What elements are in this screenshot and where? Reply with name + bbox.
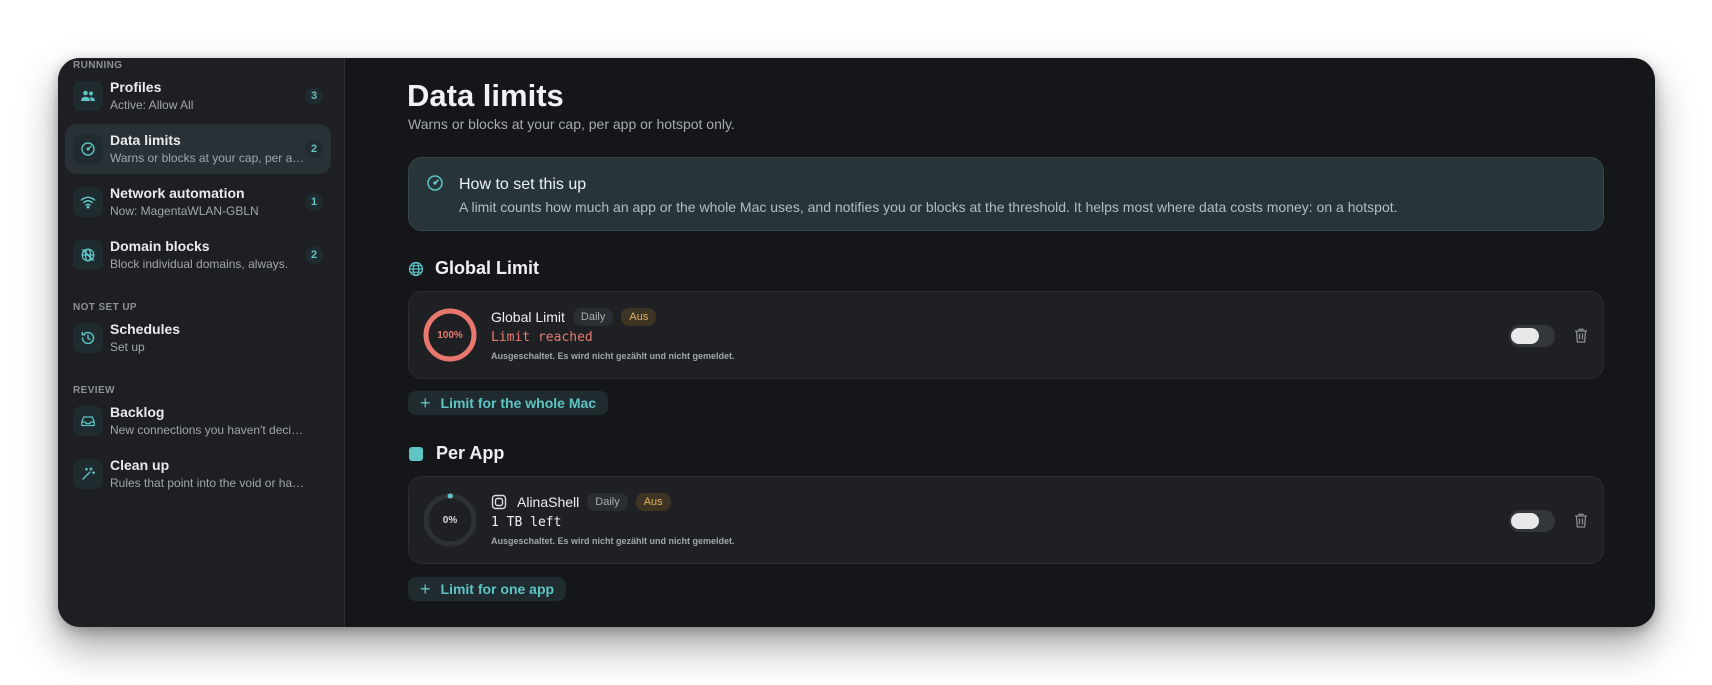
limit-card-global: 100% Global Limit Daily Aus Limit reache…: [408, 291, 1604, 379]
limit-toggle[interactable]: [1509, 325, 1555, 347]
add-app-limit-button[interactable]: + Limit for one app: [408, 577, 567, 601]
sidebar-item-title: Schedules: [110, 321, 181, 337]
sidebar-item-title: Data limits: [110, 132, 181, 148]
clock-history-icon: [73, 323, 103, 353]
add-button-label: Limit for the whole Mac: [440, 395, 597, 411]
section-per-app: Per App: [408, 443, 504, 464]
inbox-icon: [73, 406, 103, 436]
count-badge: 2: [305, 246, 323, 264]
trash-icon[interactable]: [1573, 512, 1589, 529]
count-badge: 2: [305, 140, 323, 158]
app-window: RUNNING Profiles Active: Allow All 3 Dat…: [58, 58, 1655, 627]
state-badge: Aus: [621, 308, 657, 326]
state-badge: Aus: [635, 493, 671, 511]
main-content: Data limits Warns or blocks at your cap,…: [345, 58, 1655, 627]
globe-icon: [408, 261, 424, 276]
page-subtitle: Warns or blocks at your cap, per app or …: [408, 116, 735, 132]
sidebar-item-subtitle: Set up: [110, 340, 145, 354]
section-global-limit: Global Limit: [408, 258, 539, 279]
progress-percent: 0%: [442, 514, 458, 526]
limit-note: Ausgeschaltet. Es wird nicht gezählt und…: [491, 536, 735, 546]
sidebar-item-network-automation[interactable]: Network automation Now: MagentaWLAN-GBLN…: [65, 177, 331, 227]
blocked-globe-icon: [73, 240, 103, 270]
toggle-knob: [1511, 513, 1539, 529]
sidebar-item-subtitle: Rules that point into the void or have e…: [110, 476, 305, 490]
section-label-not-set-up: NOT SET UP: [73, 302, 138, 313]
sidebar-item-domain-blocks[interactable]: Domain blocks Block individual domains, …: [65, 230, 331, 280]
sidebar-item-subtitle: New connections you haven't decided on y…: [110, 423, 305, 437]
page-title: Data limits: [407, 78, 564, 113]
limit-name: AlinaShell: [517, 494, 580, 510]
sidebar-item-clean-up[interactable]: Clean up Rules that point into the void …: [65, 449, 331, 499]
people-icon: [73, 81, 103, 111]
sidebar-item-subtitle: Active: Allow All: [110, 98, 194, 112]
sidebar-item-title: Clean up: [110, 457, 170, 473]
trash-icon[interactable]: [1573, 327, 1589, 344]
sidebar-item-title: Network automation: [110, 185, 245, 201]
add-global-limit-button[interactable]: + Limit for the whole Mac: [408, 391, 609, 415]
section-label-running: RUNNING: [73, 60, 123, 71]
sidebar-item-profiles[interactable]: Profiles Active: Allow All 3: [65, 71, 331, 121]
sidebar: RUNNING Profiles Active: Allow All 3 Dat…: [58, 58, 345, 627]
plus-icon: +: [420, 579, 431, 599]
period-badge: Daily: [572, 308, 614, 326]
section-title: Per App: [436, 443, 505, 463]
toggle-knob: [1511, 328, 1539, 344]
limit-card-app: 0% AlinaShell Daily Aus 1 TB left Ausges…: [408, 476, 1604, 564]
limit-name: Global Limit: [491, 309, 565, 325]
limit-toggle[interactable]: [1509, 510, 1555, 532]
magic-wand-icon: [73, 459, 103, 489]
count-badge: 3: [305, 87, 323, 105]
gauge-icon: [427, 175, 443, 191]
sidebar-item-backlog[interactable]: Backlog New connections you haven't deci…: [65, 396, 331, 446]
limit-note: Ausgeschaltet. Es wird nicht gezählt und…: [491, 351, 735, 361]
info-text: A limit counts how much an app or the wh…: [459, 199, 1398, 215]
section-title: Global Limit: [435, 258, 540, 278]
limit-status: 1 TB left: [491, 515, 562, 530]
wifi-icon: [73, 187, 103, 217]
app-icon: [491, 494, 507, 510]
sidebar-item-schedules[interactable]: Schedules Set up: [65, 313, 331, 363]
period-badge: Daily: [587, 493, 628, 511]
info-box: How to set this up A limit counts how mu…: [408, 157, 1604, 231]
app-square-icon: [409, 446, 423, 461]
sidebar-item-title: Backlog: [110, 404, 165, 420]
count-badge: 1: [305, 193, 323, 211]
sidebar-item-title: Domain blocks: [110, 238, 210, 254]
add-button-label: Limit for one app: [440, 581, 555, 597]
sidebar-item-data-limits[interactable]: Data limits Warns or blocks at your cap,…: [65, 124, 331, 174]
section-label-review: REVIEW: [73, 385, 115, 396]
sidebar-item-subtitle: Now: MagentaWLAN-GBLN: [110, 204, 259, 218]
sidebar-item-subtitle: Warns or blocks at your cap, per app or …: [110, 151, 305, 165]
sidebar-item-title: Profiles: [110, 79, 162, 95]
plus-icon: +: [420, 393, 431, 413]
info-title: How to set this up: [459, 176, 587, 193]
progress-percent: 100%: [437, 329, 463, 341]
gauge-icon: [73, 134, 103, 164]
sidebar-item-subtitle: Block individual domains, always.: [110, 257, 289, 271]
limit-status: Limit reached: [491, 330, 593, 345]
